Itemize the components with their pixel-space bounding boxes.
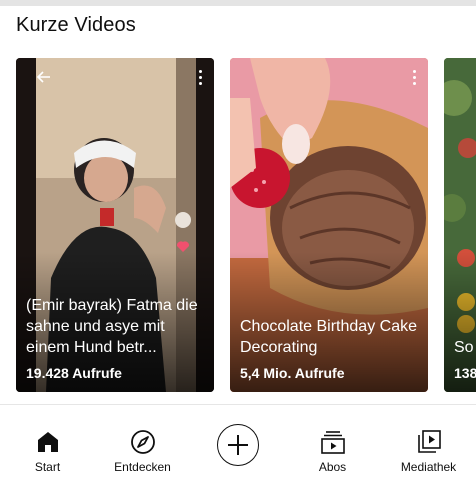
bottom-navigation: Start Entdecken Abos Mediathek [0,405,476,480]
nav-item-abos[interactable]: Abos [285,405,380,480]
more-options-icon[interactable] [410,70,418,88]
create-button[interactable] [190,405,285,480]
home-icon [37,432,58,452]
more-options-icon[interactable] [196,70,204,88]
short-views: 19.428 Aufrufe [26,365,122,381]
nav-label-abos: Abos [318,460,347,474]
nav-item-start[interactable]: Start [0,405,95,480]
plus-icon [227,435,248,455]
short-title: (Emir bayrak) Fatma die sahne und asye m… [26,297,198,356]
subscriptions-icon [320,431,345,454]
short-card[interactable]: Chocolate Birthday Cake Decorating 5,4 M… [230,58,428,392]
nav-item-mediathek[interactable]: Mediathek [381,405,476,480]
section-title: Kurze Videos [16,14,136,36]
short-views: 138 [454,365,476,381]
short-card[interactable]: So 138 [444,58,476,392]
short-title: Chocolate Birthday Cake Decorating [240,318,417,356]
library-icon [417,430,441,453]
nav-label-mediathek: Mediathek [400,460,457,474]
compass-icon [130,430,155,454]
short-title: So [454,339,474,356]
short-views: 5,4 Mio. Aufrufe [240,365,345,381]
nav-label-entdecken: Entdecken [114,460,171,474]
shorts-shelf[interactable]: (Emir bayrak) Fatma die sahne und asye m… [0,58,476,392]
nav-item-entdecken[interactable]: Entdecken [95,405,190,480]
nav-label-start: Start [34,460,61,474]
short-card[interactable]: (Emir bayrak) Fatma die sahne und asye m… [16,58,214,392]
status-strip [0,0,476,6]
